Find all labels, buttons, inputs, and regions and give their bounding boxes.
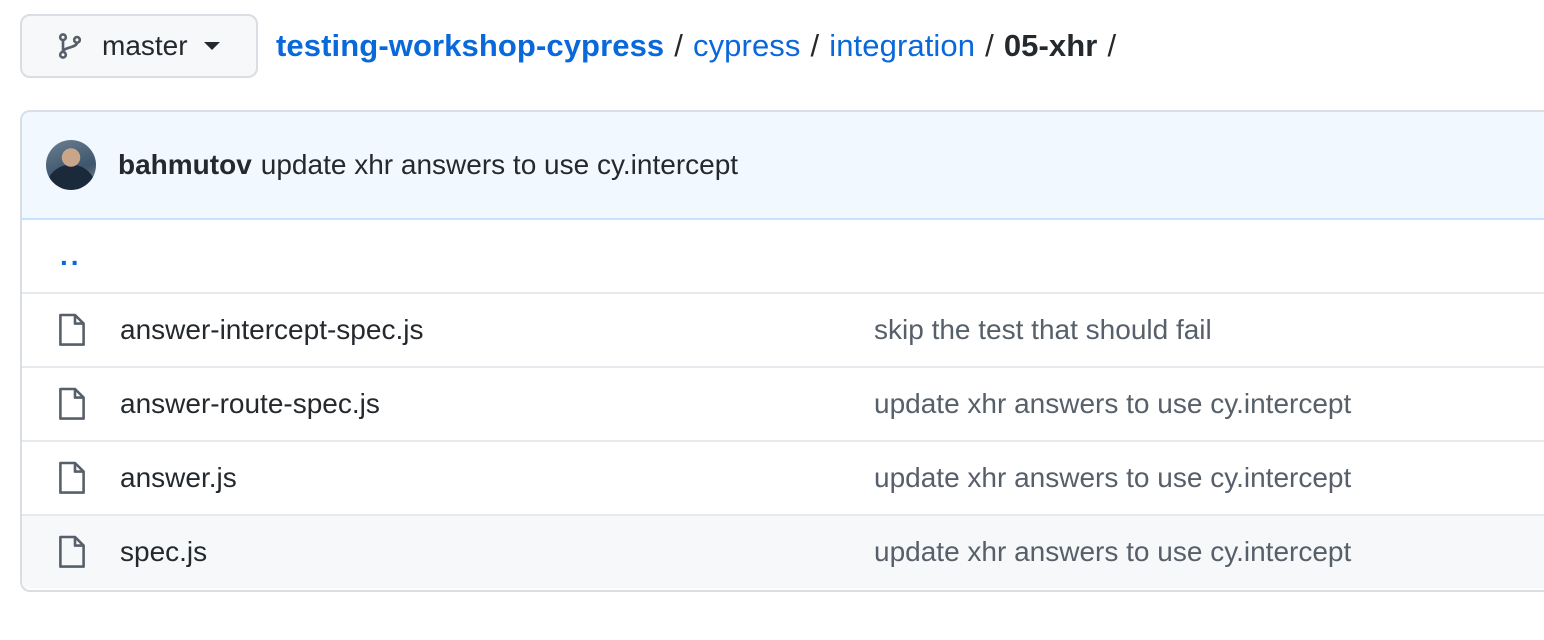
file-icon (58, 461, 86, 495)
parent-directory-row: .. (22, 220, 1544, 292)
file-commit-message-link[interactable]: update xhr answers to use cy.intercept (874, 388, 1351, 420)
breadcrumb-separator: / (985, 28, 994, 63)
parent-directory-link[interactable]: .. (60, 240, 82, 272)
file-name-link[interactable]: answer-route-spec.js (120, 388, 874, 420)
file-icon (58, 313, 86, 347)
file-row[interactable]: answer-route-spec.js update xhr answers … (22, 366, 1544, 440)
branch-select-button[interactable]: master (20, 14, 258, 78)
file-name-link[interactable]: spec.js (120, 536, 874, 568)
avatar[interactable] (46, 140, 96, 190)
breadcrumb-separator: / (1107, 28, 1117, 63)
branch-name: master (102, 30, 188, 61)
breadcrumb-repo-link[interactable]: testing-workshop-cypress (276, 28, 664, 64)
breadcrumb-separator: / (810, 28, 820, 63)
file-icon (58, 387, 86, 421)
file-row[interactable]: answer.js update xhr answers to use cy.i… (22, 440, 1544, 514)
file-icon (58, 535, 86, 569)
file-commit-message-link[interactable]: update xhr answers to use cy.intercept (874, 536, 1351, 568)
breadcrumb: testing-workshop-cypress / cypress / int… (276, 28, 1126, 64)
git-branch-icon (56, 30, 84, 62)
chevron-down-icon (203, 42, 220, 50)
breadcrumb-cypress-link[interactable]: cypress (693, 28, 801, 64)
breadcrumb-integration-link[interactable]: integration (829, 28, 975, 64)
breadcrumb-separator: / (674, 28, 683, 63)
file-commit-message-link[interactable]: update xhr answers to use cy.intercept (874, 462, 1351, 494)
commit-author-link[interactable]: bahmutov (118, 149, 252, 181)
file-browser: bahmutov update xhr answers to use cy.in… (20, 110, 1544, 592)
file-commit-message-link[interactable]: skip the test that should fail (874, 314, 1212, 346)
file-row[interactable]: answer-intercept-spec.js skip the test t… (22, 292, 1544, 366)
file-row[interactable]: spec.js update xhr answers to use cy.int… (22, 514, 1544, 588)
file-name-link[interactable]: answer.js (120, 462, 874, 494)
latest-commit-bar: bahmutov update xhr answers to use cy.in… (22, 112, 1544, 220)
repo-toolbar: master testing-workshop-cypress / cypres… (20, 14, 1126, 78)
breadcrumb-current-folder: 05-xhr (1003, 28, 1098, 63)
commit-message-link[interactable]: update xhr answers to use cy.intercept (261, 149, 738, 181)
file-name-link[interactable]: answer-intercept-spec.js (120, 314, 874, 346)
